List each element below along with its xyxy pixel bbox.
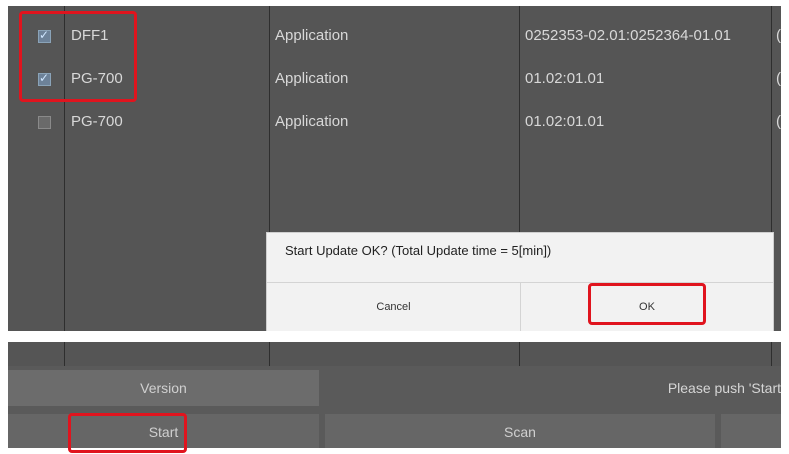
dialog-message: Start Update OK? (Total Update time = 5[…	[285, 243, 552, 258]
device-name: PG-700	[71, 113, 123, 130]
device-version: 01.02:01.01	[525, 70, 605, 87]
device-type: Application	[275, 27, 349, 44]
column-divider	[269, 342, 270, 366]
highlight-box	[588, 283, 706, 325]
version-button[interactable]: Version	[8, 370, 319, 406]
highlight-box	[19, 11, 137, 102]
column-divider	[771, 342, 772, 366]
scan-button[interactable]: Scan	[325, 414, 715, 448]
device-version: 01.02:01.01	[525, 113, 605, 130]
footer-button-partial[interactable]	[721, 414, 781, 448]
device-version: 0252353-02.01:0252364-01.01	[525, 27, 732, 44]
column-divider	[519, 342, 520, 366]
row-checkbox[interactable]	[38, 116, 51, 129]
status-message: Please push 'Start	[319, 370, 781, 406]
table-row[interactable]: PG-700 Application 01.02:01.01 (	[8, 100, 781, 143]
device-extra: (	[776, 113, 781, 130]
highlight-box	[68, 413, 187, 453]
column-divider	[64, 342, 65, 366]
screenshot-gap	[8, 331, 781, 342]
device-type: Application	[275, 70, 349, 87]
cancel-button[interactable]: Cancel	[267, 283, 520, 332]
device-type: Application	[275, 113, 349, 130]
device-table-continuation	[8, 342, 781, 366]
device-extra: (	[776, 27, 781, 44]
device-extra: (	[776, 70, 781, 87]
